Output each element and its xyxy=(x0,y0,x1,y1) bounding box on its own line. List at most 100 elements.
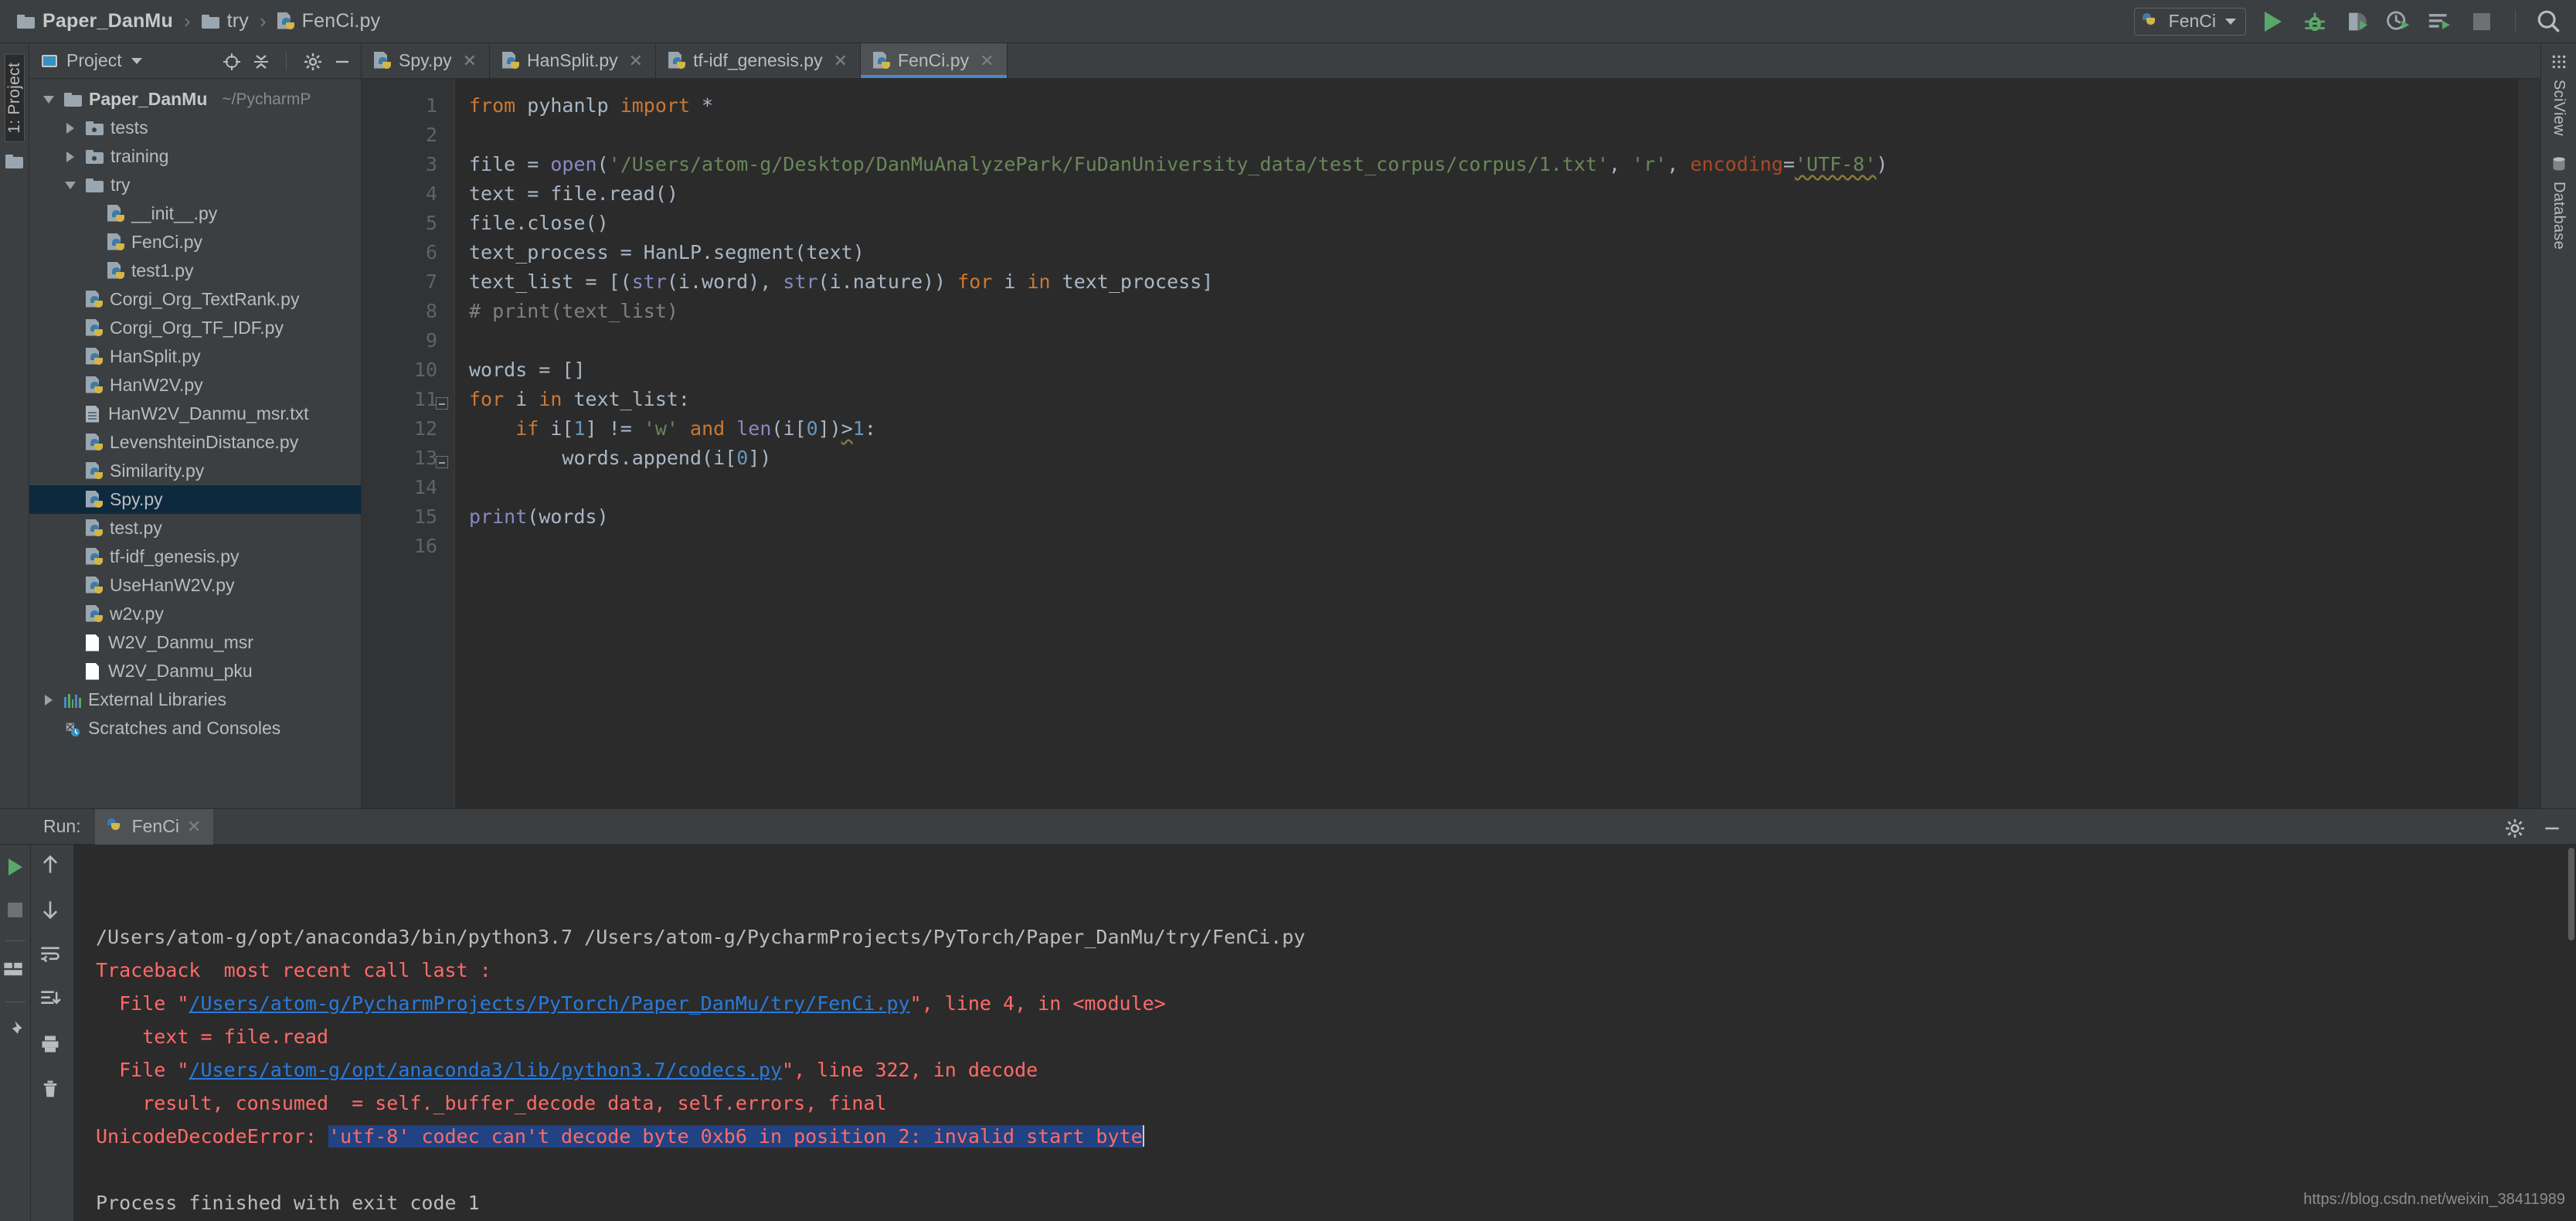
tree-item[interactable]: test1.py xyxy=(29,257,361,285)
tree-item-label: test.py xyxy=(110,518,162,538)
tree-item[interactable]: HanW2V_Danmu_msr.txt xyxy=(29,400,361,428)
run-with-console-icon[interactable] xyxy=(2427,9,2453,35)
debug-icon[interactable] xyxy=(2302,9,2328,35)
chevron-down-icon[interactable] xyxy=(2225,18,2236,25)
tree-item[interactable]: try xyxy=(29,171,361,199)
sidebar-item-sciview[interactable]: SciView xyxy=(2550,54,2568,136)
tree-item[interactable]: W2V_Danmu_msr xyxy=(29,628,361,657)
pin-icon[interactable] xyxy=(2,1019,29,1046)
hide-icon[interactable] xyxy=(2542,818,2559,835)
editor-tab-hansplit-py[interactable]: HanSplit.py ✕ xyxy=(490,43,657,78)
run-icon[interactable] xyxy=(2260,9,2286,35)
code-token: 'w' xyxy=(643,417,678,440)
tree-item[interactable]: w2v.py xyxy=(29,600,361,628)
console-file-link[interactable]: /Users/atom-g/PycharmProjects/PyTorch/Pa… xyxy=(189,992,909,1015)
close-icon[interactable]: ✕ xyxy=(463,51,477,71)
arrow-down-icon[interactable] xyxy=(39,899,66,925)
coverage-icon[interactable] xyxy=(2343,9,2370,35)
chevron-down-icon[interactable] xyxy=(131,57,142,64)
console-scrollbar[interactable] xyxy=(2567,845,2576,1221)
run-configuration-selector[interactable]: FenCi xyxy=(2133,7,2246,36)
tree-item[interactable]: UseHanW2V.py xyxy=(29,571,361,600)
tree-item[interactable]: Scratches and Consoles xyxy=(29,714,361,743)
breadcrumb-item-fenci-py[interactable]: FenCi.py xyxy=(277,10,381,32)
tree-item[interactable]: Corgi_Org_TF_IDF.py xyxy=(29,314,361,342)
python-file-icon xyxy=(873,51,891,70)
python-file-icon xyxy=(374,51,391,70)
tree-item[interactable]: tf-idf_genesis.py xyxy=(29,542,361,571)
editor-tab-fenci-py[interactable]: FenCi.py ✕ xyxy=(861,43,1008,78)
tree-item[interactable]: HanSplit.py xyxy=(29,342,361,371)
editor-tab-label: tf-idf_genesis.py xyxy=(693,50,823,70)
python-file-icon xyxy=(86,376,103,395)
tree-item[interactable]: __init__.py xyxy=(29,199,361,228)
close-icon[interactable]: ✕ xyxy=(834,51,848,71)
tree-item[interactable]: test.py xyxy=(29,514,361,542)
tree-item[interactable]: External Libraries xyxy=(29,685,361,714)
tree-item[interactable]: tests xyxy=(29,114,361,142)
editor-tab-tf-idf-genesis-py[interactable]: tf-idf_genesis.py ✕ xyxy=(656,43,861,78)
hide-icon[interactable] xyxy=(333,53,350,70)
breadcrumb-item-try[interactable]: try xyxy=(201,10,249,32)
profile-icon[interactable] xyxy=(2385,9,2411,35)
editor-tabs: Spy.py ✕ HanSplit.py ✕ tf-idf_genesis.py ✕ Fen… xyxy=(362,43,2540,79)
gear-icon[interactable] xyxy=(2505,818,2524,838)
project-tree[interactable]: Paper_DanMu ~/PycharmP tests training try __i… xyxy=(29,79,361,808)
code-token: words = [] xyxy=(469,359,586,381)
tree-item[interactable]: Similarity.py xyxy=(29,457,361,485)
code-content[interactable]: from pyhanlp import * file = open('/User… xyxy=(454,79,2517,808)
scroll-to-end-icon[interactable] xyxy=(39,988,66,1015)
trash-icon[interactable] xyxy=(39,1078,66,1104)
fold-marker-block[interactable] xyxy=(436,456,448,468)
print-icon[interactable] xyxy=(39,1033,66,1059)
layout-icon[interactable] xyxy=(2,958,29,985)
chevron-down-icon[interactable] xyxy=(40,95,57,104)
structure-folder-icon[interactable] xyxy=(5,154,23,168)
tree-item-selected[interactable]: Spy.py xyxy=(29,485,361,514)
close-icon[interactable]: ✕ xyxy=(187,817,201,837)
arrow-up-icon[interactable] xyxy=(39,854,66,880)
close-icon[interactable]: ✕ xyxy=(980,51,994,71)
soft-wrap-icon[interactable] xyxy=(39,944,66,970)
run-configuration-label: FenCi xyxy=(2168,11,2216,31)
target-icon[interactable] xyxy=(223,53,240,70)
rerun-icon[interactable] xyxy=(2,854,29,880)
code-editor[interactable]: 1 2 3 4 5 6 7 8 9 10 11 12 13 14 15 16 from pyhanlp imp… xyxy=(362,79,2540,808)
stop-icon[interactable] xyxy=(2469,9,2495,35)
tree-item[interactable]: FenCi.py xyxy=(29,228,361,257)
console-output[interactable]: /Users/atom-g/opt/anaconda3/bin/python3.… xyxy=(74,845,2576,1221)
run-tab-label: FenCi xyxy=(131,816,179,836)
gear-icon[interactable] xyxy=(304,53,321,70)
code-token: '/Users/atom-g/Desktop/DanMuAnalyzePark/… xyxy=(608,153,1609,175)
tree-item[interactable]: Corgi_Org_TextRank.py xyxy=(29,285,361,314)
sidebar-item-project[interactable]: 1: Project xyxy=(4,54,25,142)
run-tab-fenci[interactable]: FenCi ✕ xyxy=(94,808,214,845)
tree-item[interactable]: HanW2V.py xyxy=(29,371,361,400)
console-file-link[interactable]: /Users/atom-g/opt/anaconda3/lib/python3.… xyxy=(189,1059,782,1081)
tree-item-label: HanSplit.py xyxy=(110,346,201,366)
editor-tab-spy-py[interactable]: Spy.py ✕ xyxy=(362,43,491,78)
line-number: 16 xyxy=(413,535,437,557)
sidebar-item-database[interactable]: Database xyxy=(2550,156,2568,250)
breadcrumb-item-paper-danmu[interactable]: Paper_DanMu xyxy=(17,10,173,32)
tree-item[interactable]: Paper_DanMu ~/PycharmP xyxy=(29,85,361,114)
collapse-all-icon[interactable] xyxy=(252,53,269,70)
line-number: 4 xyxy=(425,182,437,205)
code-token: 1 xyxy=(852,417,865,440)
chevron-right-icon[interactable] xyxy=(40,694,57,706)
close-icon[interactable]: ✕ xyxy=(629,51,643,71)
chevron-right-icon[interactable] xyxy=(62,122,79,134)
code-token: * xyxy=(690,94,714,117)
fold-marker-for[interactable] xyxy=(436,397,448,410)
chevron-right-icon[interactable] xyxy=(62,151,79,162)
tree-item[interactable]: training xyxy=(29,142,361,171)
code-token: str xyxy=(783,270,818,293)
stop-icon[interactable] xyxy=(2,897,29,923)
tree-item[interactable]: W2V_Danmu_pku xyxy=(29,657,361,685)
tree-item[interactable]: LevenshteinDistance.py xyxy=(29,428,361,457)
editor-marker-bar[interactable] xyxy=(2517,79,2540,808)
search-icon[interactable] xyxy=(2536,9,2562,35)
chevron-down-icon[interactable] xyxy=(62,181,79,189)
